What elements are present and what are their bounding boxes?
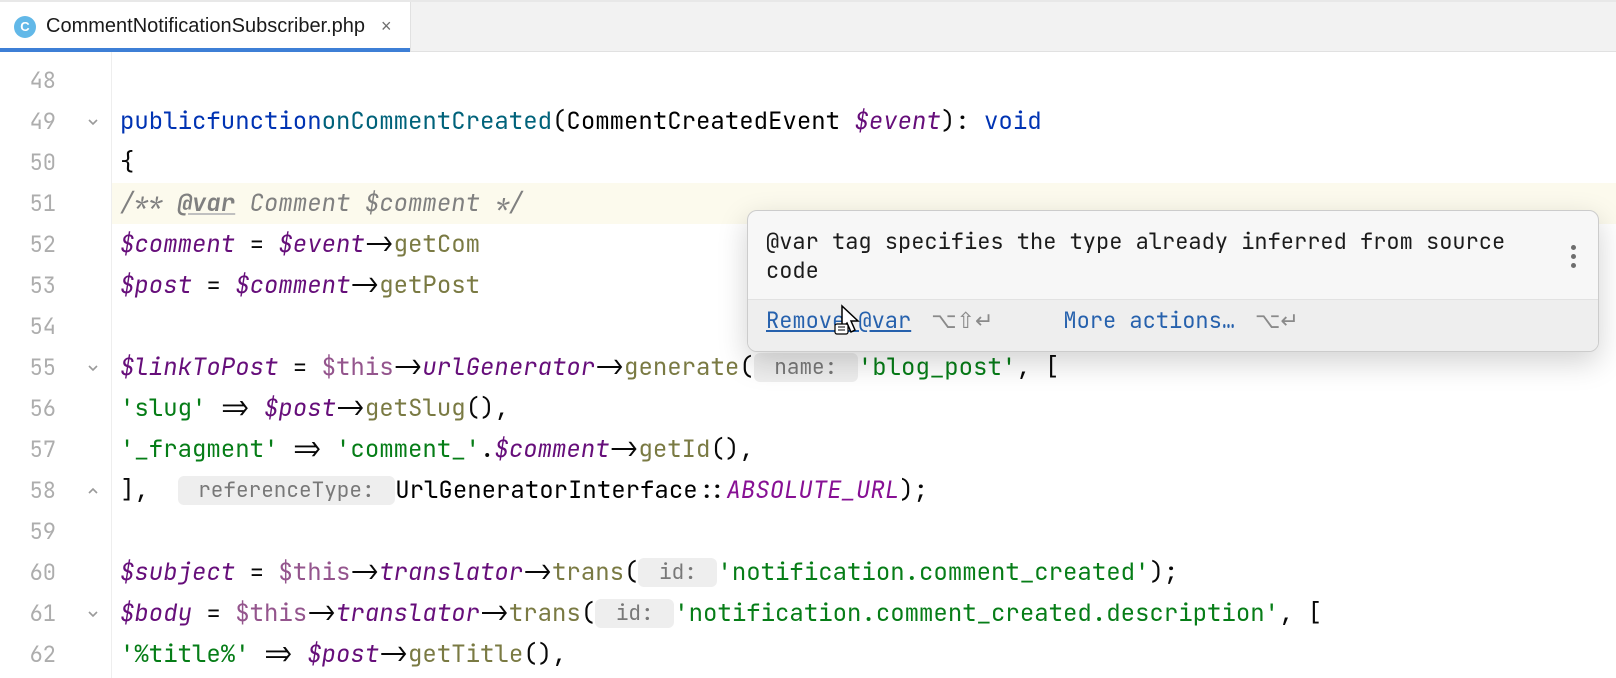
file-type-icon: C — [14, 16, 36, 38]
code-line — [112, 60, 1616, 101]
close-icon[interactable]: × — [381, 16, 392, 37]
line-number: 52 — [0, 230, 56, 259]
gutter: 48 49 50 51 52 53 54 55 56 57 58 59 60 — [0, 52, 112, 678]
line-number: 54 — [0, 312, 56, 341]
inspection-message: @var tag specifies the type already infe… — [766, 227, 1567, 285]
code-line: ], referenceType: UrlGeneratorInterface:… — [112, 470, 1616, 511]
code-line: { — [112, 142, 1616, 183]
line-number: 51 — [0, 189, 56, 218]
fold-open-icon[interactable] — [84, 605, 102, 623]
fold-close-icon[interactable] — [84, 482, 102, 500]
line-number: 53 — [0, 271, 56, 300]
shortcut-hint: ⌥⇧↵ — [931, 308, 993, 334]
code-line: $body = $this->translator->trans( id: 'n… — [112, 593, 1616, 634]
code-editor[interactable]: 48 49 50 51 52 53 54 55 56 57 58 59 60 — [0, 52, 1616, 678]
line-number: 61 — [0, 599, 56, 628]
code-line: 'slug' => $post->getSlug(), — [112, 388, 1616, 429]
line-number: 62 — [0, 640, 56, 669]
editor-tab[interactable]: C CommentNotificationSubscriber.php × — [0, 2, 411, 51]
parameter-hint: id: — [638, 558, 717, 587]
code-line — [112, 511, 1616, 552]
line-number: 55 — [0, 353, 56, 382]
line-number: 56 — [0, 394, 56, 423]
parameter-hint: referenceType: — [178, 476, 396, 505]
tab-title: CommentNotificationSubscriber.php — [46, 15, 365, 38]
remove-var-link[interactable]: Remove @var — [766, 306, 911, 335]
more-actions-link[interactable]: More actions… — [1063, 306, 1235, 335]
line-number: 60 — [0, 558, 56, 587]
line-number: 58 — [0, 476, 56, 505]
inspection-tooltip: @var tag specifies the type already infe… — [747, 210, 1599, 352]
code-line: '%title%' => $post->getTitle(), — [112, 634, 1616, 675]
line-number: 50 — [0, 148, 56, 177]
line-number: 48 — [0, 66, 56, 95]
parameter-hint: name: — [754, 353, 858, 382]
code-line: '_fragment' => 'comment_'.$comment->getI… — [112, 429, 1616, 470]
line-number: 57 — [0, 435, 56, 464]
code-area[interactable]: public function onCommentCreated(Comment… — [112, 52, 1616, 678]
inspection-actions: Remove @var ⌥⇧↵ More actions… ⌥↵ — [748, 299, 1598, 351]
shortcut-hint: ⌥↵ — [1255, 308, 1299, 334]
fold-open-icon[interactable] — [84, 113, 102, 131]
code-line: $linkToPost = $this->urlGenerator->gener… — [112, 347, 1616, 388]
line-number: 49 — [0, 107, 56, 136]
fold-open-icon[interactable] — [84, 359, 102, 377]
tab-bar: C CommentNotificationSubscriber.php × — [0, 0, 1616, 52]
code-line: public function onCommentCreated(Comment… — [112, 101, 1616, 142]
kebab-icon[interactable] — [1567, 241, 1580, 272]
line-number: 59 — [0, 517, 56, 546]
code-line: $subject = $this->translator->trans( id:… — [112, 552, 1616, 593]
parameter-hint: id: — [595, 599, 674, 628]
